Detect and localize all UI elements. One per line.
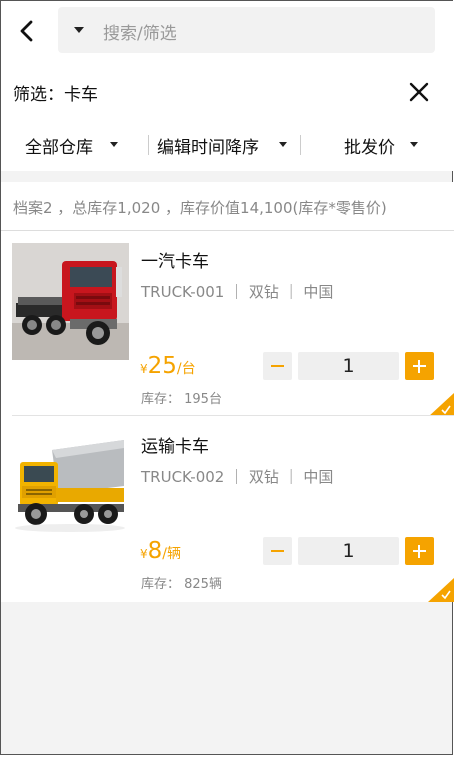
price-value: 25 bbox=[147, 353, 177, 379]
red-truck-photo bbox=[12, 243, 129, 360]
product-meta: TRUCK-001 ｜ 双钻 ｜ 中国 bbox=[141, 283, 334, 301]
product-meta: TRUCK-002 ｜ 双钻 ｜ 中国 bbox=[141, 468, 334, 486]
tab-label: 批发价 bbox=[344, 138, 395, 158]
close-icon[interactable] bbox=[407, 80, 431, 104]
decrease-quantity-button[interactable] bbox=[263, 352, 292, 380]
back-arrow-icon[interactable] bbox=[15, 17, 39, 45]
quantity-input[interactable]: 1 bbox=[298, 352, 399, 380]
chevron-down-icon bbox=[279, 142, 287, 147]
summary-text: 档案2 ，总库存1,020 ，库存价值14,100(库存*零售价) bbox=[13, 199, 387, 217]
quantity-input[interactable]: 1 bbox=[298, 537, 399, 565]
search-input[interactable]: 搜索/筛选 bbox=[58, 7, 435, 53]
increase-quantity-button[interactable] bbox=[405, 352, 434, 380]
tab-price-type[interactable]: 批发价 bbox=[301, 119, 454, 171]
filter-bar: 筛选：卡车 bbox=[1, 63, 454, 119]
product-item[interactable]: 一汽卡车 TRUCK-001 ｜ 双钻 ｜ 中国 ¥25/台 库存： 195台 … bbox=[1, 231, 454, 417]
inventory-summary: 档案2 ，总库存1,020 ，库存价值14,100(库存*零售价) bbox=[1, 182, 454, 231]
price-currency: ¥ bbox=[140, 362, 148, 376]
chevron-down-icon bbox=[110, 142, 118, 147]
product-name: 运输卡车 bbox=[141, 437, 209, 457]
checkmark-corner-icon bbox=[428, 578, 454, 602]
tab-sort-order[interactable]: 编辑时间降序 bbox=[149, 119, 299, 171]
price-value: 8 bbox=[147, 538, 163, 564]
price-unit: /辆 bbox=[162, 546, 181, 562]
product-item[interactable]: 运输卡车 TRUCK-002 ｜ 双钻 ｜ 中国 ¥8/辆 库存： 825辆 1 bbox=[1, 416, 454, 602]
sort-tabs: 全部仓库 编辑时间降序 批发价 bbox=[1, 119, 454, 171]
product-price: ¥25/台 bbox=[140, 353, 196, 379]
price-unit: /台 bbox=[176, 361, 196, 377]
tab-warehouse[interactable]: 全部仓库 bbox=[1, 119, 146, 171]
app-frame: 搜索/筛选 筛选：卡车 全部仓库 编辑时间降序 批发价 档案2 ，总库存1,02… bbox=[0, 0, 454, 755]
increase-quantity-button[interactable] bbox=[405, 537, 434, 565]
decrease-quantity-button[interactable] bbox=[263, 537, 292, 565]
header: 搜索/筛选 bbox=[1, 1, 454, 63]
chevron-down-icon bbox=[410, 142, 418, 147]
product-stock: 库存： 825辆 bbox=[141, 577, 222, 592]
filter-label: 筛选：卡车 bbox=[13, 85, 98, 105]
yellow-dump-truck-photo bbox=[12, 428, 129, 545]
price-currency: ¥ bbox=[140, 547, 148, 561]
checkmark-corner-icon bbox=[428, 393, 454, 417]
tab-label: 编辑时间降序 bbox=[157, 138, 259, 158]
product-stock: 库存： 195台 bbox=[141, 392, 222, 407]
tab-label: 全部仓库 bbox=[25, 138, 93, 158]
product-name: 一汽卡车 bbox=[141, 252, 209, 272]
search-placeholder: 搜索/筛选 bbox=[103, 24, 177, 44]
dropdown-caret-icon[interactable] bbox=[74, 27, 84, 33]
product-price: ¥8/辆 bbox=[140, 538, 181, 564]
